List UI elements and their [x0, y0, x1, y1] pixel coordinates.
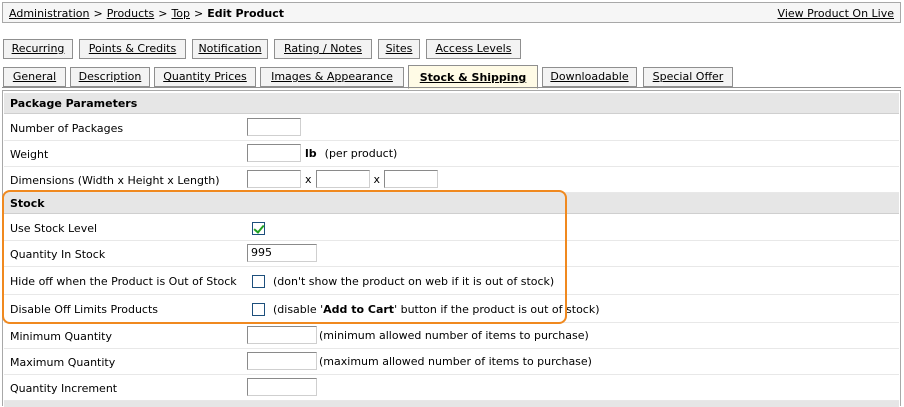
section-header-stock: Stock: [4, 193, 899, 214]
stock-shipping-panel: Package Parameters Number of Packages We…: [2, 90, 901, 407]
label-maximum-quantity: Maximum Quantity: [10, 356, 116, 369]
label-disable-off-limits: Disable Off Limits Products: [10, 303, 159, 316]
breadcrumb-separator: >: [194, 7, 204, 20]
minimum-quantity-input[interactable]: [247, 326, 317, 344]
row-quantity-increment: Quantity Increment: [4, 375, 899, 401]
label-hide-out-of-stock: Hide off when the Product is Out of Stoc…: [10, 275, 237, 288]
maximum-quantity-input[interactable]: [247, 352, 317, 370]
number-of-packages-input[interactable]: [247, 118, 301, 136]
row-minimum-quantity: Minimum Quantity (minimum allowed number…: [4, 323, 899, 349]
breadcrumb: Administration > Products > Top > Edit Product: [9, 7, 284, 20]
weight-hint: (per product): [324, 146, 398, 160]
tab-access-levels[interactable]: Access Levels: [426, 39, 521, 59]
label-dimensions: Dimensions (Width x Height x Length): [10, 174, 220, 187]
hide-out-of-stock-hint: (don't show the product on web if it is …: [273, 274, 555, 288]
disable-off-limits-hint: (disable 'Add to Cart' button if the pro…: [273, 303, 600, 316]
row-use-stock-level: Use Stock Level: [4, 215, 899, 241]
breadcrumb-current: Edit Product: [207, 7, 284, 20]
row-dimensions: Dimensions (Width x Height x Length) x x: [4, 167, 899, 193]
label-quantity-in-stock: Quantity In Stock: [10, 248, 106, 261]
weight-unit: lb: [305, 146, 317, 160]
breadcrumb-administration[interactable]: Administration: [9, 7, 90, 20]
quantity-in-stock-input[interactable]: 995: [247, 244, 317, 262]
label-minimum-quantity: Minimum Quantity: [10, 330, 113, 343]
row-disable-off-limits: Disable Off Limits Products (disable 'Ad…: [4, 295, 899, 323]
section-header-next: [4, 401, 899, 407]
use-stock-level-checkbox[interactable]: [252, 221, 265, 235]
tab-baseline: [2, 87, 901, 88]
breadcrumb-separator: >: [158, 7, 168, 20]
minimum-quantity-hint: (minimum allowed number of items to purc…: [319, 328, 589, 342]
hint-add-to-cart: Add to Cart: [323, 302, 395, 316]
dimension-height-input[interactable]: [315, 170, 370, 188]
tab-downloadable[interactable]: Downloadable: [542, 67, 637, 87]
label-quantity-increment: Quantity Increment: [10, 382, 118, 395]
row-maximum-quantity: Maximum Quantity (maximum allowed number…: [4, 349, 899, 375]
row-weight: Weight lb (per product): [4, 141, 899, 167]
tab-description[interactable]: Description: [70, 67, 150, 87]
quantity-increment-input[interactable]: [247, 378, 317, 396]
maximum-quantity-hint: (maximum allowed number of items to purc…: [319, 354, 592, 368]
breadcrumb-bar: Administration > Products > Top > Edit Product…: [2, 2, 901, 23]
label-weight: Weight: [10, 148, 49, 161]
hint-pre: (disable ': [273, 302, 324, 316]
tab-quantity-prices[interactable]: Quantity Prices: [154, 67, 256, 87]
weight-input[interactable]: [247, 144, 301, 162]
row-quantity-in-stock: Quantity In Stock 995: [4, 241, 899, 267]
label-number-of-packages: Number of Packages: [10, 122, 124, 135]
tab-rating-notes[interactable]: Rating / Notes: [274, 39, 372, 59]
tab-general[interactable]: General: [3, 67, 66, 87]
section-header-package-parameters: Package Parameters: [4, 93, 899, 114]
hide-out-of-stock-checkbox[interactable]: [252, 274, 265, 288]
tab-notification[interactable]: Notification: [192, 39, 268, 59]
dimension-length-input[interactable]: [384, 170, 439, 188]
tab-points-credits[interactable]: Points & Credits: [79, 39, 186, 59]
tab-sites[interactable]: Sites: [378, 39, 420, 59]
row-number-of-packages: Number of Packages: [4, 115, 899, 141]
dimension-width-input[interactable]: [247, 170, 301, 188]
breadcrumb-products[interactable]: Products: [107, 7, 155, 20]
breadcrumb-top[interactable]: Top: [171, 7, 190, 20]
dimension-separator: x: [373, 172, 381, 186]
label-use-stock-level: Use Stock Level: [10, 222, 98, 235]
tab-images-appearance[interactable]: Images & Appearance: [260, 67, 404, 87]
tab-special-offer[interactable]: Special Offer: [643, 67, 733, 87]
tab-stock-shipping[interactable]: Stock & Shipping: [408, 65, 538, 89]
dimension-separator: x: [305, 172, 312, 186]
view-product-on-live-link[interactable]: View Product On Live: [778, 7, 894, 20]
row-hide-out-of-stock: Hide off when the Product is Out of Stoc…: [4, 267, 899, 295]
tab-recurring[interactable]: Recurring: [3, 39, 73, 59]
hint-post: ' button if the product is out of stock): [394, 302, 600, 316]
breadcrumb-separator: >: [93, 7, 103, 20]
disable-off-limits-checkbox[interactable]: [252, 302, 265, 316]
